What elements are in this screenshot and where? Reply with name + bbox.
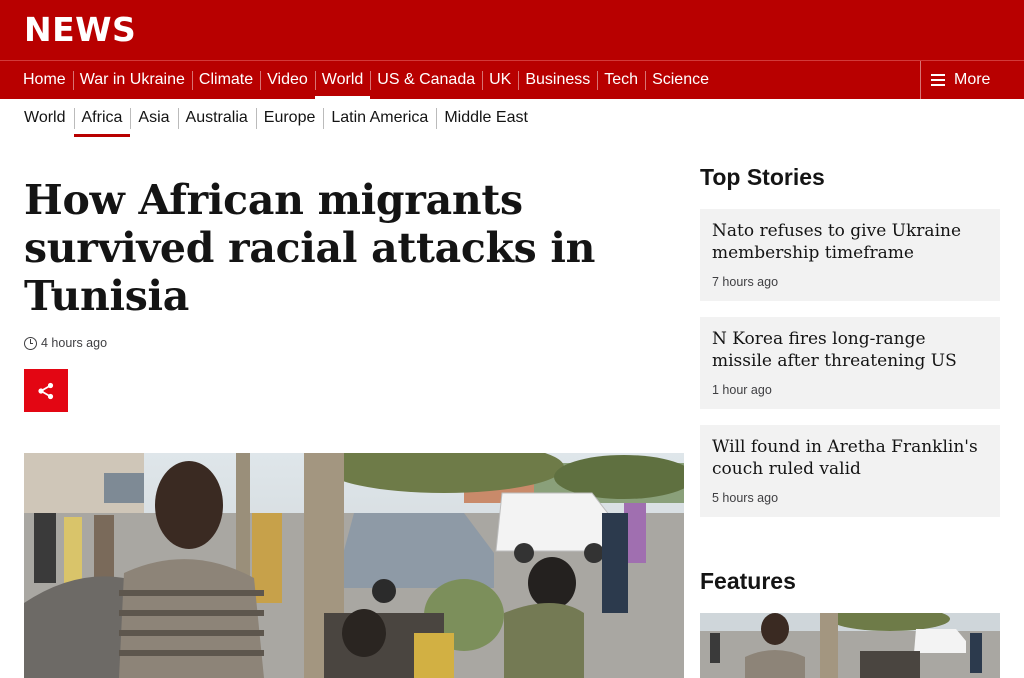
top-story-card[interactable]: Will found in Aretha Franklin's couch ru… — [700, 425, 1000, 517]
feature-thumbnail[interactable] — [700, 613, 1000, 678]
hero-image — [24, 453, 684, 678]
nav-item-label: Science — [652, 71, 709, 88]
subnav-item-label: Europe — [263, 109, 316, 126]
nav-item-war-in-ukraine[interactable]: War in Ukraine — [72, 61, 192, 99]
nav-item-uk[interactable]: UK — [482, 61, 518, 99]
subnav-item-latin-america[interactable]: Latin America — [323, 99, 436, 137]
nav-item-label: World — [321, 71, 364, 88]
subnav-item-asia[interactable]: Asia — [130, 99, 177, 137]
nav-item-label: Business — [525, 71, 591, 88]
subnav-item-world[interactable]: World — [16, 99, 74, 137]
nav-item-science[interactable]: Science — [645, 61, 716, 99]
nav-item-world[interactable]: World — [314, 61, 371, 100]
story-title[interactable]: Nato refuses to give Ukraine membership … — [712, 220, 988, 264]
nav-item-label: US & Canada — [377, 71, 476, 88]
masthead: NEWS — [0, 0, 1024, 60]
story-title[interactable]: N Korea fires long-range missile after t… — [712, 328, 988, 372]
story-age: 7 hours ago — [712, 275, 779, 289]
article-timestamp: 4 hours ago — [24, 336, 107, 350]
nav-item-label: Video — [267, 71, 308, 88]
nav-item-video[interactable]: Video — [260, 61, 315, 99]
article-headline: How African migrants survived racial att… — [24, 176, 596, 320]
nav-item-business[interactable]: Business — [518, 61, 597, 99]
nav-item-label: UK — [489, 71, 512, 88]
subnav-item-africa[interactable]: Africa — [73, 99, 131, 137]
timestamp-text: 4 hours ago — [41, 336, 108, 350]
nav-item-tech[interactable]: Tech — [597, 61, 645, 99]
subnav-item-label: Asia — [138, 109, 170, 126]
subnav-item-label: Latin America — [331, 109, 429, 126]
story-age: 5 hours ago — [712, 491, 779, 505]
nav-item-us-canada[interactable]: US & Canada — [370, 61, 482, 99]
subnav-item-europe[interactable]: Europe — [255, 99, 324, 137]
menu-icon — [931, 74, 945, 86]
story-title[interactable]: Will found in Aretha Franklin's couch ru… — [712, 436, 988, 480]
clock-icon — [24, 336, 37, 350]
share-icon — [38, 382, 54, 399]
subnav-item-middle-east[interactable]: Middle East — [436, 99, 536, 137]
top-story-card[interactable]: N Korea fires long-range missile after t… — [700, 317, 1000, 409]
story-age: 1 hour ago — [712, 383, 772, 397]
nav-item-label: Climate — [198, 71, 254, 88]
share-button[interactable] — [24, 369, 68, 412]
more-label: More — [954, 71, 991, 88]
primary-nav: Home War in Ukraine Climate Video World … — [0, 60, 1024, 100]
news-logo[interactable]: NEWS — [24, 10, 136, 49]
top-stories-heading: Top Stories — [700, 164, 825, 190]
nav-item-climate[interactable]: Climate — [191, 61, 260, 99]
sub-nav: World Africa Asia Australia Europe Latin… — [16, 99, 536, 139]
subnav-item-label: World — [24, 109, 66, 126]
nav-item-home[interactable]: Home — [16, 61, 73, 99]
nav-item-label: Tech — [604, 71, 639, 88]
features-heading: Features — [700, 568, 796, 594]
subnav-item-australia[interactable]: Australia — [177, 99, 256, 137]
top-story-card[interactable]: Nato refuses to give Ukraine membership … — [700, 209, 1000, 301]
subnav-item-label: Australia — [185, 109, 248, 126]
nav-item-label: Home — [23, 71, 66, 88]
subnav-item-label: Middle East — [444, 109, 528, 126]
subnav-item-label: Africa — [81, 109, 123, 126]
more-menu-button[interactable]: More — [920, 61, 1024, 99]
nav-item-label: War in Ukraine — [79, 71, 185, 88]
